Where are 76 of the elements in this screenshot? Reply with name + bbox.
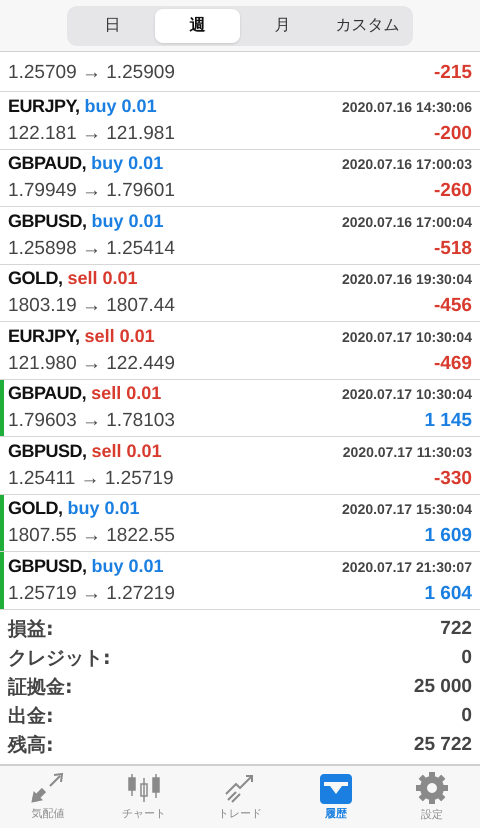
symbol: GBPAUD,	[8, 152, 86, 175]
deal-row[interactable]: GBPUSD, buy 0.01 2020.07.16 17:00:04 1.25898 → 1.25414 -518	[0, 207, 480, 264]
deal-row[interactable]: EURJPY, sell 0.01 2020.07.17 10:30:04 121.980 → 122.449 -469	[0, 322, 480, 380]
profit: -260	[434, 179, 472, 203]
summary-value: 0	[461, 646, 472, 670]
price-change: 1.25411 → 1.25719	[8, 466, 174, 490]
candlestick-icon	[126, 772, 162, 804]
profit: -330	[434, 466, 472, 490]
deal-time: 2020.07.16 17:00:04	[342, 212, 472, 232]
deal-time: 2020.07.16 19:30:04	[342, 270, 472, 289]
symbol: GBPAUD,	[8, 382, 86, 405]
deal-time: 2020.07.17 21:30:07	[342, 558, 472, 576]
period-tab[interactable]: 月	[240, 8, 325, 42]
symbol: EURJPY,	[8, 94, 80, 118]
symbol: GBPUSD,	[8, 554, 87, 578]
settings-icon	[415, 770, 449, 805]
deal-time: 2020.07.17 15:30:04	[342, 500, 472, 519]
deal-row[interactable]: GBPUSD, sell 0.01 2020.07.17 11:30:03 1.25411 → 1.25719 -330	[0, 437, 480, 494]
summary-value: 722	[440, 616, 472, 640]
profit: -469	[434, 352, 472, 376]
deal-row[interactable]: EURJPY, buy 0.01 2020.07.16 14:30:06 122.181 → 121.981 -200	[0, 92, 480, 150]
summary-value: 0	[461, 704, 472, 728]
profit: 1 145	[424, 409, 472, 433]
deal-row[interactable]: GBPAUD, buy 0.01 2020.07.16 17:00:03 1.79949 → 1.79601 -260	[0, 150, 480, 207]
deal-time: 2020.07.17 10:30:04	[342, 385, 472, 404]
order-type: sell 0.01	[91, 382, 162, 405]
inbox-icon	[318, 772, 354, 804]
nav-tab[interactable]: 履歴	[288, 766, 384, 828]
deal-row[interactable]: GOLD, sell 0.01 2020.07.16 19:30:04 1803.19 → 1807.44 -456	[0, 264, 480, 322]
summary-label: クレジット:	[8, 646, 111, 670]
order-type: buy 0.01	[84, 94, 157, 118]
price-change: 1.25709 → 1.25909	[8, 60, 175, 84]
order-type: sell 0.01	[84, 324, 155, 348]
summary-label: 残高:	[8, 732, 54, 758]
order-type: buy 0.01	[91, 152, 164, 175]
period-tab[interactable]: 週	[155, 8, 240, 42]
price-change: 1803.19 → 1807.44	[8, 294, 175, 318]
deal-time: 2020.07.17 11:30:03	[342, 442, 472, 462]
deal-time: 2020.07.17 10:30:04	[342, 328, 472, 346]
summary-label: 出金:	[8, 704, 54, 728]
profit: 1 604	[424, 582, 472, 606]
order-type: buy 0.01	[68, 497, 140, 520]
order-type: sell 0.01	[92, 440, 162, 462]
summary-value: 25 000	[414, 674, 472, 698]
price-change: 121.980 → 122.449	[8, 352, 175, 376]
price-change: 1807.55 → 1822.55	[8, 524, 175, 548]
period-tab[interactable]: カスタム	[325, 8, 410, 42]
profit: -215	[434, 60, 472, 84]
price-change: 122.181 → 121.981	[8, 122, 175, 146]
symbol: GOLD,	[8, 267, 62, 290]
summary-value: 25 722	[414, 732, 472, 756]
price-change: 1.25898 → 1.25414	[8, 236, 175, 260]
profit: -518	[434, 236, 472, 260]
deal-time: 2020.07.16 17:00:03	[342, 155, 472, 174]
profit: -200	[434, 122, 472, 146]
deal-row[interactable]: 1.25709 → 1.25909 -215	[0, 52, 480, 92]
period-tab[interactable]: 日	[70, 8, 155, 42]
price-change: 1.79949 → 1.79601	[8, 179, 175, 203]
profit: -456	[434, 294, 472, 318]
arrows-icon	[30, 772, 66, 804]
price-change: 1.25719 → 1.27219	[8, 582, 175, 606]
symbol: GOLD,	[8, 497, 62, 520]
order-type: sell 0.01	[68, 267, 138, 290]
symbol: GBPUSD,	[8, 440, 87, 462]
order-type: buy 0.01	[92, 210, 164, 233]
deal-row[interactable]: GBPAUD, sell 0.01 2020.07.17 10:30:04 1.79603 → 1.78103 1 145	[0, 380, 480, 437]
summary-label: 損益:	[8, 616, 54, 642]
deal-row[interactable]: GBPUSD, buy 0.01 2020.07.17 21:30:07 1.25719 → 1.27219 1 604	[0, 552, 480, 610]
symbol: EURJPY,	[8, 324, 80, 348]
deal-time: 2020.07.16 14:30:06	[342, 98, 472, 116]
order-type: buy 0.01	[92, 554, 164, 578]
profit: 1 609	[424, 524, 472, 548]
summary-label: 証拠金:	[8, 674, 73, 700]
symbol: GBPUSD,	[8, 210, 87, 232]
deal-row[interactable]: GOLD, buy 0.01 2020.07.17 15:30:04 1807.55 → 1822.55 1 609	[0, 494, 480, 552]
price-change: 1.79603 → 1.78103	[8, 409, 175, 433]
